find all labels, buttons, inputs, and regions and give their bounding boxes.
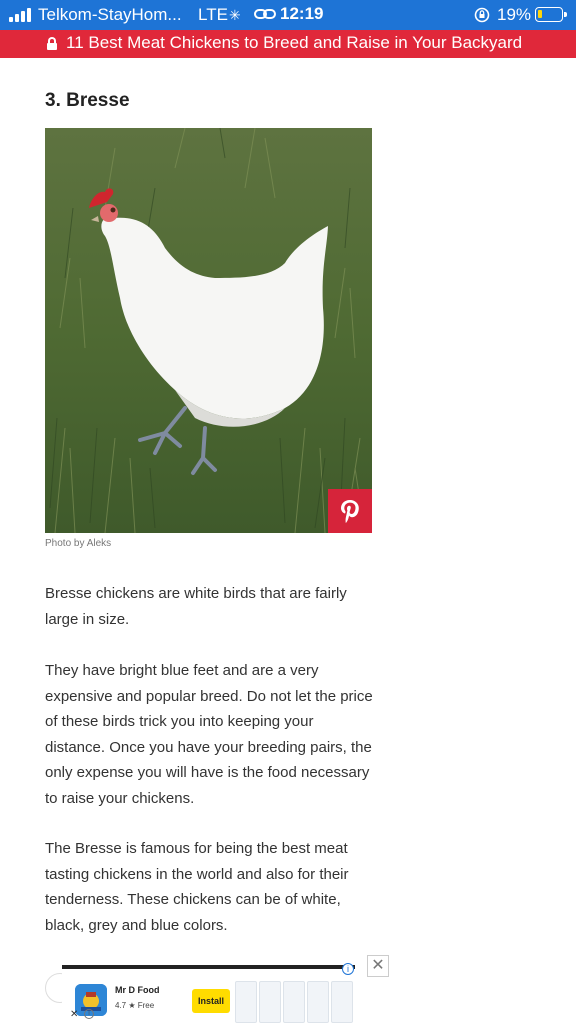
article-paragraph: They have bright blue feet and are a ver… (45, 662, 373, 807)
battery-icon (535, 7, 567, 22)
ad-close-button[interactable]: ✕ (367, 955, 389, 977)
ad-choices-icon[interactable]: i (84, 1009, 94, 1019)
personal-hotspot-icon (254, 9, 276, 19)
ad-app-name: Mr D Food (115, 985, 160, 995)
chicken-photo (45, 128, 372, 533)
article-paragraph: The Bresse is famous for being the best … (45, 840, 349, 934)
clock: 12:19 (280, 4, 324, 23)
network-type: LTE (198, 5, 228, 24)
carrier-name: Telkom-StayHom... (38, 5, 182, 24)
activity-spinner-icon: ✳ (229, 7, 241, 23)
pinterest-save-button[interactable] (328, 489, 372, 533)
battery-percent: 19% (497, 5, 532, 24)
pinterest-icon (341, 500, 359, 523)
status-bar: Telkom-StayHom... LTE ✳ 12:19 19% (0, 0, 576, 30)
ad-dismiss-icon[interactable]: ✕ (70, 1009, 78, 1020)
ad-rating: 4.7 ★ Free (115, 1001, 155, 1010)
ad-info-icon[interactable]: i (342, 963, 354, 975)
orientation-lock-icon (474, 7, 490, 23)
lock-icon (47, 37, 57, 50)
section-heading: 3. Bresse (45, 90, 130, 111)
article-paragraph: Bresse chickens are white birds that are… (45, 585, 347, 628)
address-bar[interactable]: 11 Best Meat Chickens to Breed and Raise… (0, 30, 576, 58)
signal-icon (9, 8, 33, 22)
ad-install-button[interactable]: Install (192, 989, 230, 1013)
app-install-ad[interactable]: Mr D Food 4.7 ★ Free Install ✕ i (62, 965, 355, 1024)
ad-screenshots (235, 981, 353, 1023)
photo-caption: Photo by Aleks (45, 538, 112, 549)
page-title: 11 Best Meat Chickens to Breed and Raise… (66, 33, 523, 52)
